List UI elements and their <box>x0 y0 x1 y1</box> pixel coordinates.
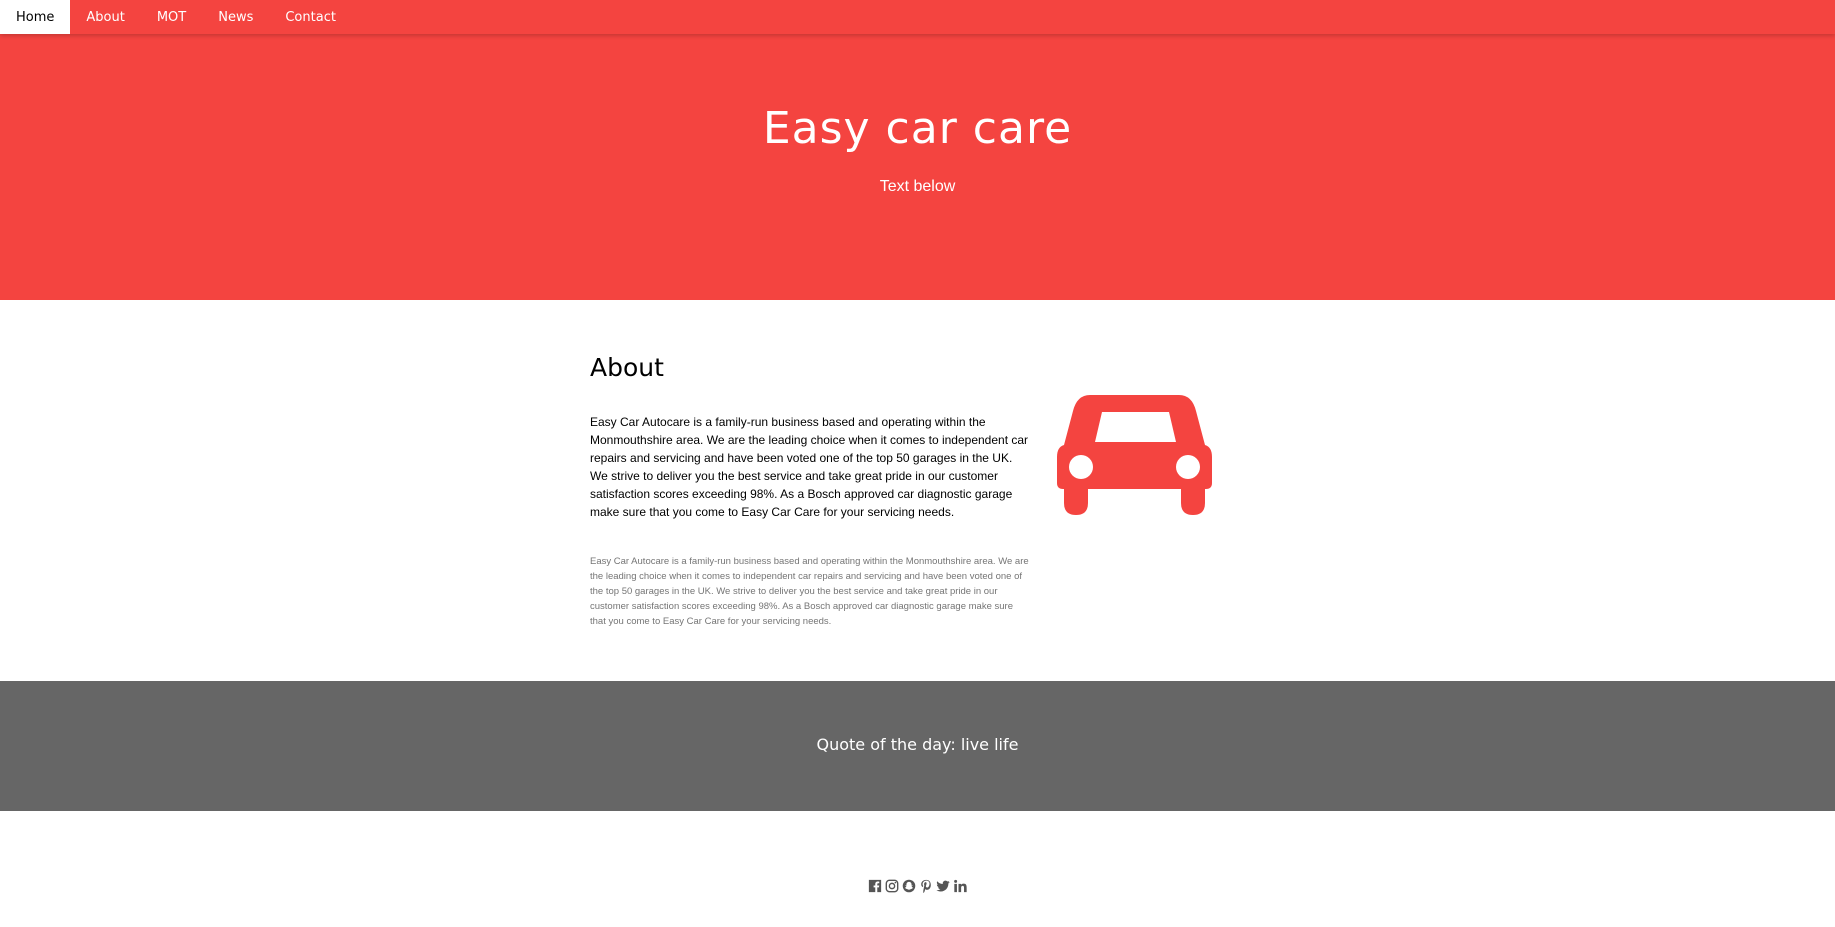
facebook-icon[interactable] <box>868 879 882 893</box>
instagram-icon[interactable] <box>885 879 899 893</box>
hero-title: Easy car care <box>762 103 1073 154</box>
pinterest-icon[interactable] <box>919 879 933 893</box>
hero-banner: Easy car care Text below <box>0 34 1835 300</box>
nav-home[interactable]: Home <box>0 0 71 34</box>
about-paragraph: Easy Car Autocare is a family-run busine… <box>590 415 1029 519</box>
quote-text: Quote of the day: live life <box>816 735 1019 754</box>
car-icon <box>1057 395 1212 515</box>
snapchat-icon[interactable] <box>902 879 916 893</box>
nav-about[interactable]: About <box>70 0 140 34</box>
top-navbar: Home About MOT News Contact <box>0 0 1835 34</box>
nav-news[interactable]: News <box>202 0 269 34</box>
about-heading: About <box>590 353 664 382</box>
linkedin-icon[interactable] <box>953 879 967 893</box>
quote-section: Quote of the day: live life <box>0 681 1835 811</box>
nav-contact[interactable]: Contact <box>269 0 352 34</box>
social-links <box>0 879 1835 893</box>
hero-subtitle: Text below <box>879 178 956 195</box>
about-section: About Easy Car Autocare is a family-run … <box>0 300 1835 681</box>
twitter-icon[interactable] <box>936 879 950 893</box>
about-paragraph-small: Easy Car Autocare is a family-run busine… <box>590 556 1029 627</box>
footer <box>0 811 1835 927</box>
nav-mot[interactable]: MOT <box>141 0 202 34</box>
